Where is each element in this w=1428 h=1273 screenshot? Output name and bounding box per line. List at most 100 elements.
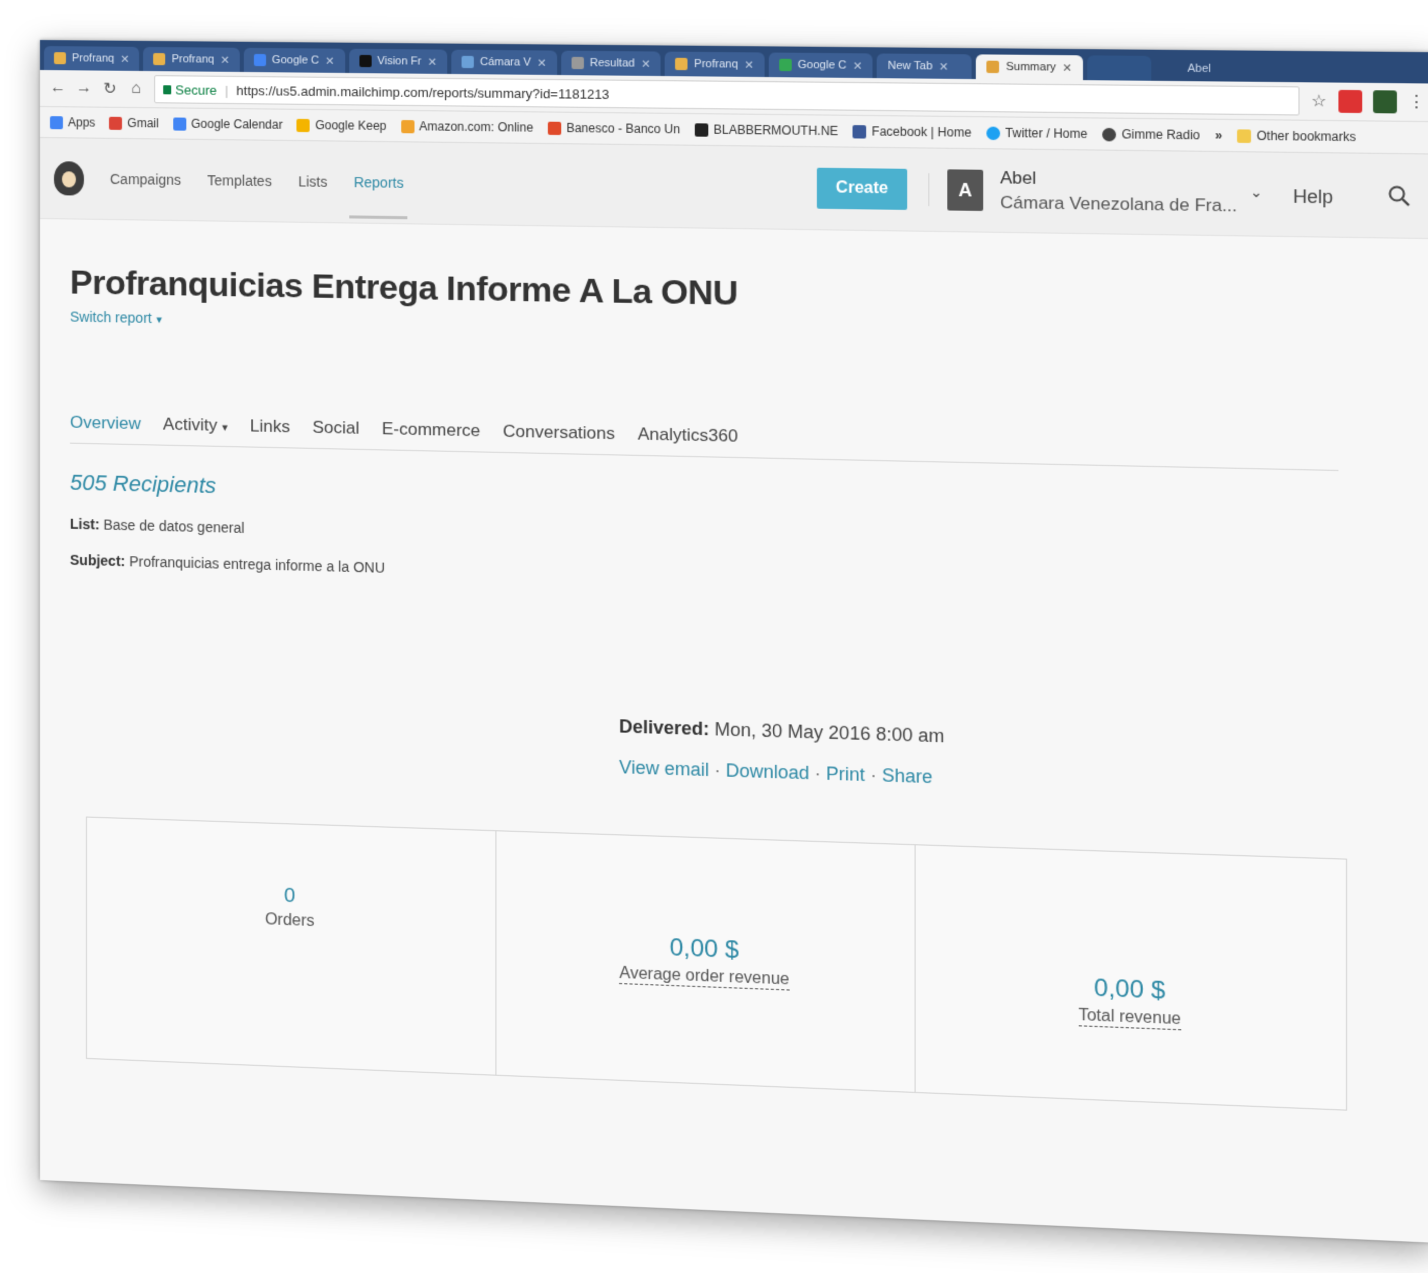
- other-bookmarks[interactable]: Other bookmarks: [1237, 128, 1356, 144]
- print-link[interactable]: Print: [826, 763, 865, 785]
- tab-social[interactable]: Social: [312, 418, 359, 439]
- gmail-icon: [109, 116, 123, 130]
- account-org: Cámara Venezolana de Fra...: [1000, 192, 1238, 216]
- bookmark-item[interactable]: Amazon.com: Online: [400, 119, 533, 135]
- stat-value: 0,00 $: [669, 933, 739, 964]
- close-tab-icon[interactable]: ✕: [641, 57, 651, 70]
- browser-tab[interactable]: Profranq ✕: [665, 51, 765, 78]
- browser-tab-active[interactable]: Summary ✕: [976, 54, 1083, 81]
- tab-favicon-icon: [358, 54, 372, 68]
- report-content: Profranquicias Entrega Informe A La ONU …: [40, 219, 1428, 1111]
- bookmark-star-icon[interactable]: ☆: [1310, 91, 1327, 112]
- browser-tab[interactable]: Profranq ✕: [143, 46, 240, 72]
- close-tab-icon[interactable]: ✕: [428, 55, 437, 68]
- close-tab-icon[interactable]: ✕: [220, 53, 229, 66]
- bookmark-item[interactable]: Facebook | Home: [852, 124, 971, 140]
- browser-tab[interactable]: New Tab ✕: [877, 53, 973, 80]
- tab-overview[interactable]: Overview: [70, 413, 141, 435]
- browser-tab[interactable]: Resultad ✕: [560, 50, 661, 77]
- download-link[interactable]: Download: [726, 760, 810, 783]
- tab-favicon-icon: [675, 57, 688, 71]
- extension-icon[interactable]: [1373, 90, 1397, 114]
- bookmark-item[interactable]: Google Keep: [296, 118, 386, 133]
- tab-favicon-icon: [571, 56, 584, 70]
- close-tab-icon[interactable]: ✕: [744, 58, 754, 71]
- share-link[interactable]: Share: [882, 765, 933, 787]
- close-tab-icon[interactable]: ✕: [325, 54, 334, 67]
- bookmark-item[interactable]: Twitter / Home: [986, 126, 1087, 141]
- stat-total-revenue: 0,00 $ Total revenue: [916, 845, 1346, 1109]
- nav-reports[interactable]: Reports: [354, 174, 404, 191]
- view-email-link[interactable]: View email: [619, 757, 709, 780]
- bookmark-item[interactable]: Google Calendar: [172, 116, 283, 132]
- report-actions: View email · Download · Print · Share: [619, 757, 932, 788]
- extension-icon[interactable]: [1338, 89, 1363, 114]
- bookmark-item[interactable]: Apps: [49, 115, 95, 130]
- stat-label[interactable]: Average order revenue: [619, 964, 790, 991]
- gimme-radio-icon: [1102, 127, 1117, 141]
- create-button[interactable]: Create: [816, 167, 908, 210]
- tab-analytics360[interactable]: Analytics360: [638, 424, 738, 447]
- calendar-icon: [172, 116, 187, 131]
- mailchimp-logo-icon[interactable]: [53, 161, 84, 196]
- secure-indicator[interactable]: Secure: [163, 82, 217, 97]
- tab-ecommerce[interactable]: E-commerce: [382, 419, 481, 441]
- browser-tab[interactable]: Google C ✕: [768, 52, 873, 79]
- bookmark-item[interactable]: BLABBERMOUTH.NE: [694, 122, 838, 138]
- banesco-icon: [547, 121, 562, 135]
- close-tab-icon[interactable]: ✕: [853, 59, 863, 72]
- back-icon[interactable]: ←: [50, 79, 66, 97]
- recipients-count[interactable]: 505 Recipients: [70, 470, 1403, 527]
- menu-kebab-icon[interactable]: ⋮: [1408, 92, 1425, 113]
- browser-tab[interactable]: Cámara V ✕: [451, 49, 557, 76]
- tab-favicon-icon: [986, 60, 1000, 74]
- help-link[interactable]: Help: [1293, 186, 1333, 208]
- chevron-down-icon: ▾: [222, 421, 228, 434]
- nav-lists[interactable]: Lists: [298, 173, 327, 190]
- reload-icon[interactable]: ↻: [102, 79, 118, 99]
- ecommerce-stats: 0 Orders 0,00 $ Average order revenue 0,…: [85, 816, 1348, 1111]
- chevron-down-icon[interactable]: ⌄: [1250, 184, 1263, 202]
- stat-label: Orders: [264, 911, 315, 931]
- nav-campaigns[interactable]: Campaigns: [110, 171, 181, 188]
- avatar[interactable]: A: [947, 169, 984, 211]
- screenshot-frame: Profranq ✕ Profranq ✕ Google C ✕ Vision Fr ✕…: [40, 40, 1428, 1243]
- stat-label[interactable]: Total revenue: [1078, 1006, 1181, 1031]
- bookmark-item[interactable]: Gmail: [109, 116, 159, 130]
- blabbermouth-icon: [694, 122, 709, 137]
- separator-dot: ·: [870, 764, 877, 786]
- url-text: https://us5.admin.mailchimp.com/reports/…: [236, 82, 610, 102]
- close-tab-icon[interactable]: ✕: [939, 60, 949, 73]
- nav-templates[interactable]: Templates: [207, 172, 271, 189]
- browser-tab[interactable]: Google C ✕: [243, 47, 345, 73]
- separator-dot: ·: [814, 762, 821, 784]
- forward-icon[interactable]: →: [76, 79, 92, 97]
- bookmark-item[interactable]: Banesco - Banco Un: [547, 121, 680, 136]
- account-name: Abel: [1000, 167, 1037, 188]
- browser-user-button[interactable]: Abel: [1177, 56, 1274, 82]
- account-menu[interactable]: Abel Cámara Venezolana de Fra...: [1000, 166, 1237, 219]
- tab-links[interactable]: Links: [250, 416, 290, 437]
- stat-value: 0,00 $: [1093, 974, 1166, 1005]
- tab-favicon-icon: [778, 58, 792, 72]
- new-tab-button[interactable]: [1087, 55, 1152, 81]
- tab-activity[interactable]: Activity ▾: [163, 415, 228, 436]
- twitter-icon: [986, 126, 1000, 140]
- browser-tab[interactable]: Vision Fr ✕: [348, 48, 448, 74]
- close-tab-icon[interactable]: ✕: [120, 52, 129, 65]
- bookmark-item[interactable]: Gimme Radio: [1102, 127, 1200, 142]
- amazon-icon: [400, 119, 414, 133]
- home-icon[interactable]: ⌂: [128, 80, 144, 98]
- tab-conversations[interactable]: Conversations: [503, 422, 615, 445]
- tab-favicon-icon: [153, 53, 166, 66]
- close-tab-icon[interactable]: ✕: [537, 56, 546, 69]
- browser-tab[interactable]: Profranq ✕: [43, 46, 140, 71]
- tab-favicon-icon: [461, 55, 474, 69]
- search-icon[interactable]: [1388, 185, 1410, 206]
- bookmarks-overflow[interactable]: »: [1215, 128, 1222, 143]
- close-tab-icon[interactable]: ✕: [1062, 61, 1072, 74]
- tab-favicon-icon: [253, 53, 266, 67]
- facebook-icon: [852, 124, 867, 139]
- stat-average-order-revenue: 0,00 $ Average order revenue: [496, 831, 916, 1092]
- separator-dot: ·: [714, 759, 721, 781]
